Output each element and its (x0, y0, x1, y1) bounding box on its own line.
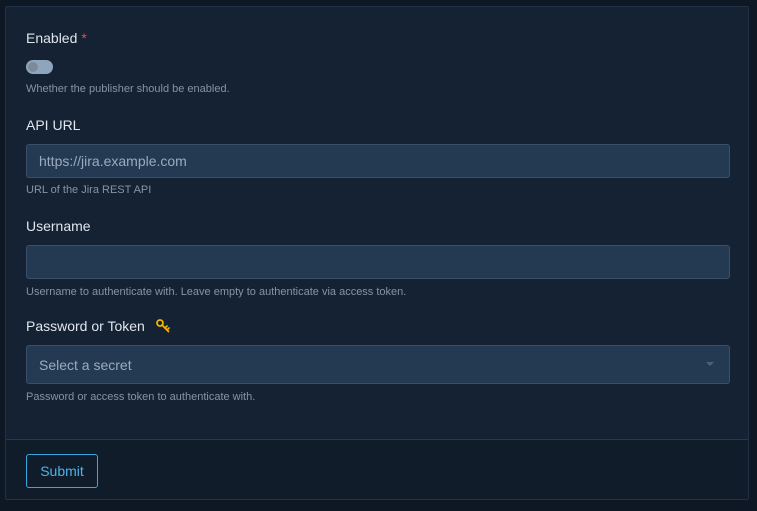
password-label-row: Password or Token (26, 318, 170, 334)
required-marker: * (81, 30, 87, 46)
secret-select[interactable]: Select a secret (26, 345, 730, 384)
enabled-help-text: Whether the publisher should be enabled. (26, 83, 230, 95)
chevron-down-icon (706, 362, 714, 366)
username-input[interactable] (26, 245, 730, 279)
secret-select-placeholder: Select a secret (39, 357, 132, 373)
key-icon (155, 319, 170, 333)
toggle-knob (28, 62, 38, 72)
password-help-text: Password or access token to authenticate… (26, 391, 256, 403)
publisher-form-card: Enabled * Whether the publisher should be… (5, 6, 749, 500)
username-help-text: Username to authenticate with. Leave emp… (26, 286, 407, 298)
enabled-label-row: Enabled * (26, 30, 87, 46)
form-footer: Submit (6, 439, 748, 499)
api-url-help-text: URL of the Jira REST API (26, 184, 152, 196)
api-url-input[interactable] (26, 144, 730, 178)
api-url-label: API URL (26, 117, 81, 133)
password-label: Password or Token (26, 318, 145, 334)
username-label: Username (26, 218, 91, 234)
enabled-label: Enabled (26, 30, 78, 46)
submit-button[interactable]: Submit (26, 454, 98, 488)
enabled-toggle[interactable] (26, 60, 53, 74)
